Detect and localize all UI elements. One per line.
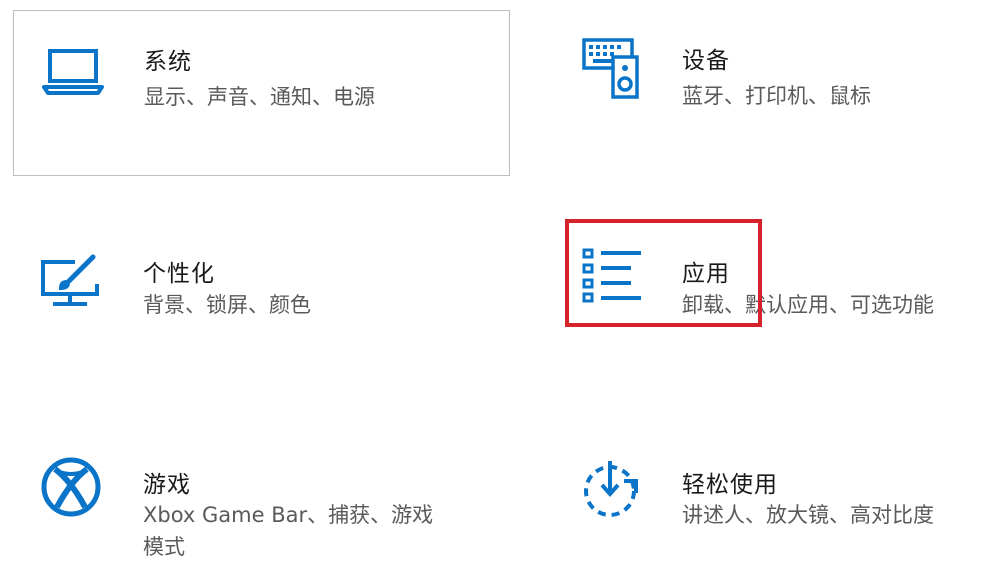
- tile-description: 背景、锁屏、颜色: [143, 293, 311, 317]
- tile-title: 系统: [144, 49, 192, 75]
- keyboard-speaker-icon: [581, 37, 645, 105]
- tile-system[interactable]: 系统 显示、声音、通知、电源: [13, 10, 510, 176]
- tile-title: 个性化: [143, 261, 215, 287]
- tile-description-line-1: Xbox Game Bar、捕获、游戏: [143, 503, 434, 527]
- xbox-icon: [41, 457, 101, 521]
- tile-description: 蓝牙、打印机、鼠标: [682, 84, 871, 108]
- tile-title: 应用: [682, 261, 730, 287]
- tile-apps[interactable]: 应用 卸载、默认应用、可选功能: [565, 220, 975, 386]
- settings-home: 系统 显示、声音、通知、电源 设备 蓝牙、打印机、鼠标 个性化 背景、锁屏、颜色…: [0, 0, 984, 572]
- tile-description: 卸载、默认应用、可选功能: [682, 293, 934, 317]
- tile-title: 轻松使用: [682, 472, 778, 498]
- tile-personalization[interactable]: 个性化 背景、锁屏、颜色: [13, 220, 510, 386]
- tile-title: 设备: [682, 48, 730, 74]
- paint-screen-icon: [39, 254, 105, 314]
- laptop-icon: [42, 47, 104, 99]
- tile-description: 讲述人、放大镜、高对比度: [682, 503, 934, 527]
- tile-description-line-2: 模式: [143, 535, 185, 559]
- tile-description: 显示、声音、通知、电源: [144, 85, 375, 109]
- app-list-icon: [581, 247, 645, 309]
- tile-ease-of-access[interactable]: 轻松使用 讲述人、放大镜、高对比度: [565, 440, 975, 572]
- ease-of-access-icon: [580, 457, 644, 525]
- tile-devices[interactable]: 设备 蓝牙、打印机、鼠标: [565, 10, 975, 176]
- tile-gaming[interactable]: 游戏 Xbox Game Bar、捕获、游戏 模式: [13, 440, 510, 572]
- tile-title: 游戏: [143, 472, 191, 498]
